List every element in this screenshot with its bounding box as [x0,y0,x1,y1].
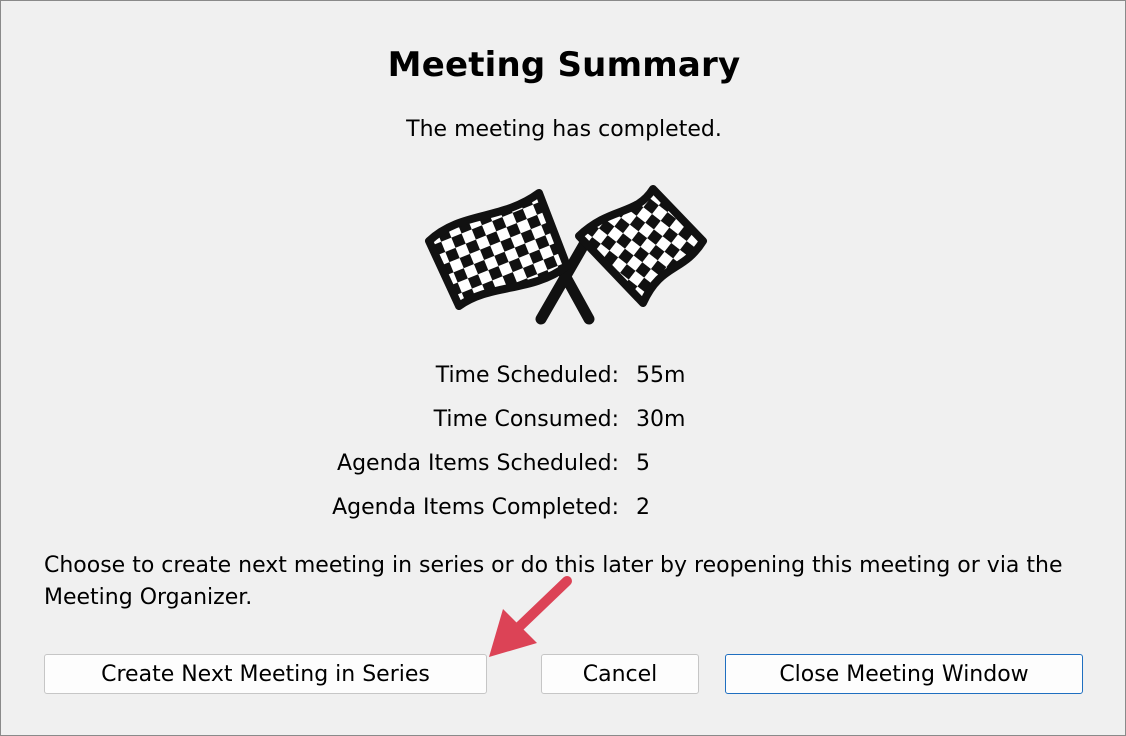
dialog-subtitle: The meeting has completed. [406,117,722,142]
stat-label: Time Consumed: [433,407,619,432]
stat-value: 5 [636,451,650,476]
stat-value: 2 [636,495,650,520]
meeting-summary-dialog: Meeting Summary The meeting has complete… [0,0,1126,736]
dialog-title: Meeting Summary [387,45,741,85]
stat-label: Time Scheduled: [435,363,619,388]
stat-agenda-items-completed: Agenda Items Completed: 2 [1,495,1126,527]
stat-label: Agenda Items Completed: [332,495,619,520]
stat-value: 55m [636,363,686,388]
checkered-flags-icon [425,185,707,325]
stat-label: Agenda Items Scheduled: [337,451,619,476]
annotation-arrow-icon [489,576,572,657]
stat-time-consumed: Time Consumed: 30m [1,407,1126,439]
stat-agenda-items-scheduled: Agenda Items Scheduled: 5 [1,451,1126,483]
stat-time-scheduled: Time Scheduled: 55m [1,363,1126,395]
create-next-meeting-button[interactable]: Create Next Meeting in Series [44,654,487,694]
close-meeting-window-button[interactable]: Close Meeting Window [725,654,1083,694]
stat-value: 30m [636,407,686,432]
